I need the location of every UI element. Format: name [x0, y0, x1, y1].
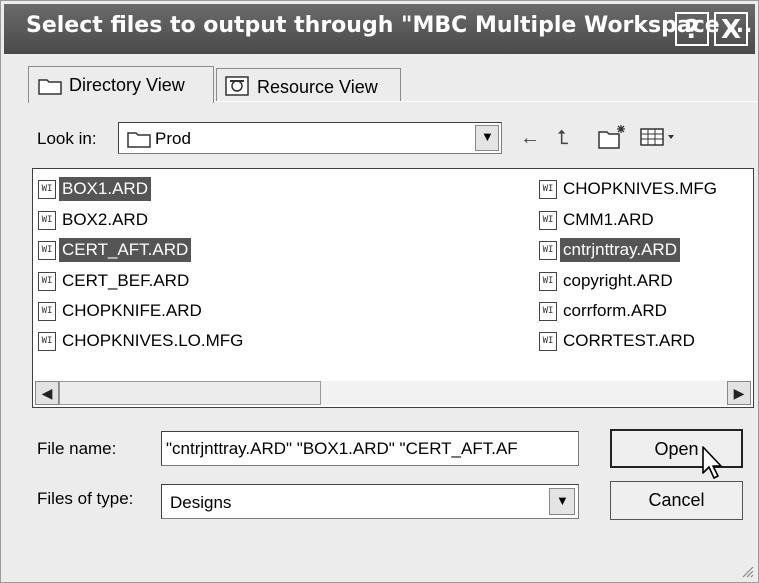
look-in-label: Look in: — [37, 129, 97, 148]
file-icon: WI — [38, 211, 56, 230]
chevron-down-icon: ▼ — [556, 493, 569, 508]
resource-icon — [225, 76, 249, 96]
cancel-button[interactable]: Cancel — [610, 481, 743, 520]
close-button[interactable]: X — [714, 12, 748, 46]
file-icon: WI — [539, 211, 557, 230]
file-name: copyright.ARD — [563, 271, 673, 290]
look-in-dropdown-button[interactable]: ▼ — [475, 125, 499, 151]
file-type-label: Files of type: — [37, 489, 134, 508]
file-select-dialog: Select files to output through "MBC Mult… — [0, 0, 759, 583]
horizontal-scrollbar[interactable]: ◀ ▶ — [35, 381, 751, 405]
file-icon: WI — [38, 180, 56, 199]
chevron-down-icon: ▼ — [481, 129, 494, 144]
file-type-dropdown-button[interactable]: ▼ — [549, 488, 575, 515]
file-name: BOX2.ARD — [62, 210, 148, 229]
file-icon: WI — [38, 332, 56, 351]
chevron-left-icon: ◀ — [41, 385, 53, 401]
file-icon: WI — [539, 241, 557, 260]
file-icon: WI — [539, 302, 557, 321]
folder-icon — [127, 132, 151, 148]
scroll-right-button[interactable]: ▶ — [727, 381, 751, 405]
file-type-value: Designs — [170, 493, 232, 512]
view-menu-icon[interactable] — [640, 127, 680, 147]
file-type-select[interactable]: Designs ▼ — [161, 484, 579, 519]
tab-label: Resource View — [257, 77, 378, 97]
tab-resource-view[interactable]: Resource View — [216, 68, 401, 102]
chevron-right-icon: ▶ — [733, 385, 745, 401]
up-folder-icon[interactable]: ⮤ — [557, 127, 569, 150]
scroll-left-button[interactable]: ◀ — [35, 381, 59, 405]
look-in-combo[interactable]: Prod ▼ — [118, 122, 502, 154]
file-name: CHOPKNIFE.ARD — [62, 301, 202, 320]
new-folder-icon[interactable] — [597, 124, 627, 150]
back-icon[interactable]: ← — [520, 127, 540, 150]
file-name: CERT_AFT.ARD — [59, 238, 192, 262]
resize-grip-icon[interactable] — [740, 564, 754, 578]
look-in-value: Prod — [155, 129, 191, 148]
title-bar[interactable]: Select files to output through "MBC Mult… — [4, 4, 755, 54]
file-name: CHOPKNIVES.MFG — [563, 179, 717, 198]
file-icon: WI — [38, 302, 56, 321]
file-name-input[interactable]: "cntrjnttray.ARD" "BOX1.ARD" "CERT_AFT.A… — [161, 431, 579, 466]
file-name-label: File name: — [37, 439, 117, 458]
file-name: CHOPKNIVES.LO.MFG — [62, 331, 244, 350]
file-name-value: "cntrjnttray.ARD" "BOX1.ARD" "CERT_AFT.A… — [166, 439, 518, 458]
file-name: corrform.ARD — [563, 301, 667, 320]
file-icon: WI — [539, 332, 557, 351]
file-name: CERT_BEF.ARD — [62, 271, 190, 290]
file-icon: WI — [539, 180, 557, 199]
folder-icon — [38, 79, 62, 95]
file-name: CMM1.ARD — [563, 210, 654, 229]
tab-directory-view[interactable]: Directory View — [28, 66, 214, 103]
file-icon: WI — [38, 241, 56, 260]
file-name: cntrjnttray.ARD — [560, 238, 680, 262]
window-title: Select files to output through "MBC Mult… — [26, 13, 753, 38]
file-icon: WI — [38, 272, 56, 291]
scroll-thumb[interactable] — [59, 381, 321, 405]
file-name: BOX1.ARD — [59, 177, 151, 201]
file-icon: WI — [539, 272, 557, 291]
help-button[interactable]: ? — [675, 12, 709, 46]
file-name: CORRTEST.ARD — [563, 331, 695, 350]
file-list[interactable]: WI BOX1.ARD WI BOX2.ARD WI CERT_AFT.ARD WI C… — [32, 168, 754, 408]
tab-label: Directory View — [69, 75, 185, 95]
mouse-cursor-icon — [702, 446, 722, 479]
